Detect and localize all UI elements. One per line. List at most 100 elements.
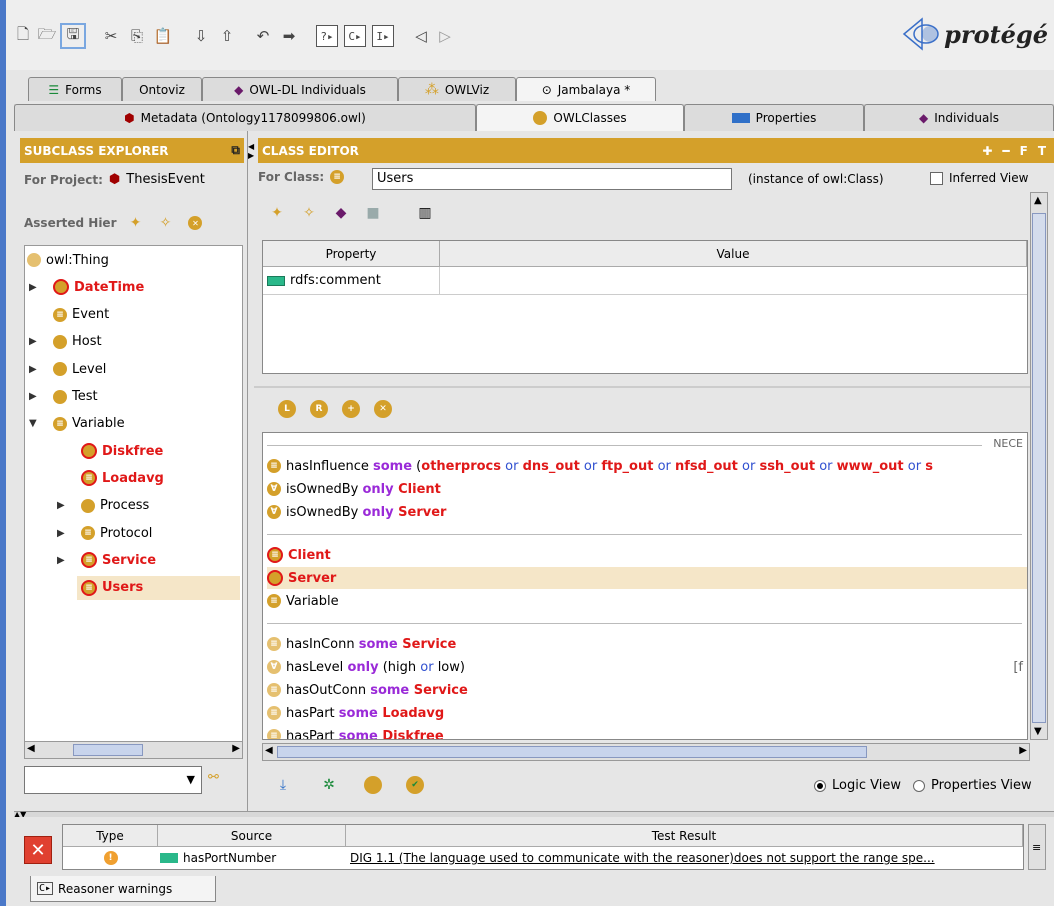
condition-row[interactable]: ≡ hasOutConn some Service (267, 679, 1027, 701)
value-column-header[interactable]: Value (440, 241, 1027, 267)
import-icon[interactable]: ⤓ (272, 774, 294, 796)
step-individual-icon[interactable]: I▸ (372, 25, 394, 47)
binoculars-icon[interactable]: ⚯ (208, 770, 219, 785)
add-individual-icon[interactable]: ◆ (330, 202, 352, 224)
tree-item[interactable]: ≡ Users (77, 575, 240, 600)
warnings-scrollbar[interactable]: ≡ (1028, 824, 1046, 870)
expand-right-icon[interactable]: ▶ (29, 336, 37, 347)
add-icon[interactable]: ✚ (982, 144, 992, 158)
copy-icon[interactable]: ⎘ (126, 25, 148, 47)
expand-right-icon[interactable]: ▶ (29, 282, 37, 293)
table-row[interactable]: rdfs:comment (263, 266, 1027, 295)
tab-metadata[interactable]: ⬢ Metadata (Ontology1178099806.owl) (14, 104, 476, 131)
tree-item[interactable]: owl:Thing (27, 248, 109, 272)
expand-right-icon[interactable]: ▶ (57, 528, 65, 539)
tab-owlclasses[interactable]: OWLClasses (476, 104, 684, 131)
class-name-field[interactable]: Users (372, 168, 732, 190)
result-column-header[interactable]: Test Result (346, 825, 1023, 847)
scroll-handle-icon[interactable]: ≡ (1032, 841, 1041, 854)
scroll-right-icon[interactable]: ▶ (1019, 745, 1027, 756)
scroll-right-icon[interactable]: ▶ (232, 743, 240, 754)
tree-item[interactable]: ≡ Loadavg (81, 466, 164, 490)
create-subclass-icon[interactable]: ✦ (124, 212, 146, 234)
remove-annotation-icon[interactable]: ■ (362, 202, 384, 224)
expand-right-icon[interactable]: ▶ (29, 364, 37, 375)
f-icon[interactable]: F (1020, 144, 1028, 158)
undo-icon[interactable]: ↶ (252, 25, 274, 47)
scroll-down-icon[interactable]: ▼ (1034, 726, 1042, 737)
tab-forms[interactable]: ☰ Forms (28, 77, 122, 101)
scroll-thumb[interactable] (277, 746, 867, 758)
checkbox[interactable] (930, 171, 943, 185)
condition-row[interactable]: ≡ hasPart some Loadavg (267, 702, 1027, 724)
clear-warnings-icon[interactable]: ✕ (24, 836, 52, 864)
tree-item[interactable]: ▶ ≡ Service (57, 548, 156, 572)
condition-row[interactable]: ≡ hasPart some Diskfree (267, 725, 1027, 739)
tab-owl-dl-individuals[interactable]: ◆ OWL-DL Individuals (202, 77, 398, 101)
t-icon[interactable]: T (1038, 144, 1046, 158)
condition-row[interactable]: ∀ hasLevel only (high or low) [f (267, 656, 1027, 678)
export-icon[interactable]: ⇧ (216, 25, 238, 47)
paste-icon[interactable]: 📋 (152, 25, 174, 47)
step-class-icon[interactable]: C▸ (344, 25, 366, 47)
table-row[interactable]: ! hasPortNumber DIG 1.1 (The language us… (63, 847, 1023, 869)
condition-row[interactable]: ∀ isOwnedBy only Client (267, 478, 1027, 500)
tree-horizontal-scrollbar[interactable]: ◀ ▶ (24, 741, 243, 759)
condition-row[interactable]: ≡ Variable (267, 590, 1027, 612)
expand-down-icon[interactable]: ▼ (29, 418, 37, 429)
scroll-left-icon[interactable]: ◀ (27, 743, 35, 754)
create-restriction-icon[interactable]: L (278, 400, 296, 418)
condition-row[interactable]: ≡ hasInfluence some (otherprocs or dns_ou… (267, 455, 1027, 477)
tree-item[interactable]: ▶ ≡ Protocol (57, 521, 152, 545)
create-restriction-r-icon[interactable]: R (310, 400, 328, 418)
add-annotation-icon[interactable]: ✧ (298, 202, 320, 224)
scroll-thumb[interactable] (73, 744, 143, 756)
tree-item[interactable]: ▶ Test (29, 385, 98, 409)
back-arrow-icon[interactable]: ◁ (410, 25, 432, 47)
splitter-handle[interactable]: ◀ ▶ (248, 140, 258, 162)
tab-individuals[interactable]: ◆ Individuals (864, 104, 1054, 131)
create-annotation-icon[interactable]: ✦ (266, 202, 288, 224)
cut-icon[interactable]: ✂ (100, 25, 122, 47)
tab-jambalaya[interactable]: ⊙ Jambalaya * (516, 77, 656, 101)
tree-item[interactable]: ▶ DateTime (29, 275, 144, 299)
tree-item[interactable]: ▶ Process (57, 494, 149, 518)
layout-icon[interactable]: ▥ (414, 202, 436, 224)
tab-properties[interactable]: Properties (684, 104, 864, 131)
new-file-icon[interactable]: 🗋 (12, 25, 34, 47)
remove-condition-icon[interactable]: ✕ (374, 400, 392, 418)
editor-vertical-scrollbar[interactable]: ▲ ▼ (1030, 192, 1048, 740)
remove-icon[interactable]: ━ (1002, 144, 1009, 158)
create-sibling-icon[interactable]: ✧ (154, 212, 176, 234)
expand-right-icon[interactable]: ▶ (57, 555, 65, 566)
condition-row[interactable]: ∀ isOwnedBy only Server (267, 501, 1027, 523)
tab-reasoner-warnings[interactable]: C▸ Reasoner warnings (30, 876, 216, 902)
maximize-icon[interactable]: ⧉ (231, 143, 240, 158)
class-icon[interactable] (364, 776, 382, 794)
tree-item[interactable]: ▼ ≡ Variable (29, 412, 125, 436)
help-icon[interactable]: ?▸ (316, 25, 338, 47)
redo-icon[interactable]: ➡ (278, 25, 300, 47)
logic-view-radio[interactable] (814, 779, 826, 792)
scroll-up-icon[interactable]: ▲ (1034, 195, 1042, 206)
bug-icon[interactable]: ✲ (318, 774, 340, 796)
open-file-icon[interactable]: 🗁 (36, 25, 58, 47)
expand-right-icon[interactable]: ▶ (29, 391, 37, 402)
expand-right-icon[interactable]: ▶ (57, 500, 65, 511)
forward-arrow-icon[interactable]: ▷ (434, 25, 456, 47)
tab-ontoviz[interactable]: Ontoviz (122, 77, 202, 101)
scroll-left-icon[interactable]: ◀ (265, 745, 273, 756)
scroll-thumb[interactable] (1032, 213, 1046, 723)
tree-item[interactable]: ▶ Level (29, 357, 106, 381)
source-column-header[interactable]: Source (158, 825, 346, 847)
class-search-input[interactable]: ▼ (24, 766, 202, 794)
condition-row[interactable]: Server (267, 567, 1027, 589)
tree-item[interactable]: Diskfree (81, 439, 163, 463)
save-icon[interactable]: 🖫 (60, 23, 86, 49)
add-named-class-icon[interactable]: + (342, 400, 360, 418)
delete-class-icon[interactable]: ✕ (184, 212, 206, 234)
condition-row[interactable]: ≡ Client (267, 544, 1027, 566)
inferred-view-checkbox[interactable]: Inferred View (930, 171, 1028, 185)
import-icon[interactable]: ⇩ (190, 25, 212, 47)
tree-item[interactable]: ▶ Host (29, 330, 102, 354)
